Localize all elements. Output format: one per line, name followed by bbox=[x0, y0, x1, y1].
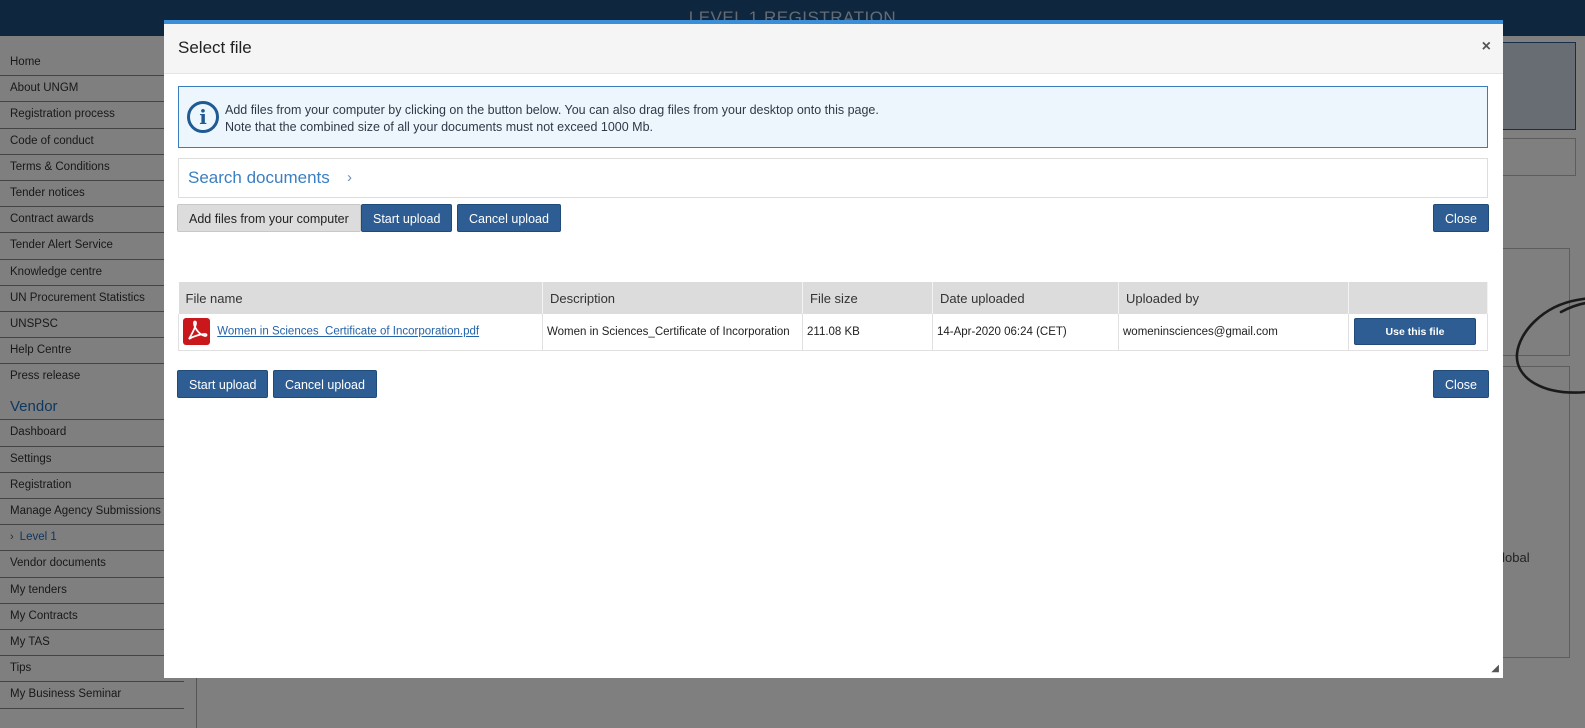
column-header-date-uploaded[interactable]: Date uploaded bbox=[932, 282, 1119, 314]
column-header-actions bbox=[1348, 282, 1488, 314]
pdf-logo-glyph bbox=[188, 320, 208, 341]
close-button[interactable]: Close bbox=[1433, 204, 1489, 232]
table-row: Women in Sciences_Certificate of Incorpo… bbox=[178, 314, 1488, 351]
add-files-button[interactable]: Add files from your computer bbox=[177, 204, 361, 232]
column-header-file-name[interactable]: File name bbox=[178, 282, 543, 314]
start-upload-button-bottom[interactable]: Start upload bbox=[177, 370, 269, 398]
info-icon: i bbox=[187, 101, 219, 133]
close-icon[interactable]: × bbox=[1482, 38, 1491, 56]
cancel-upload-button-bottom[interactable]: Cancel upload bbox=[273, 370, 377, 398]
column-header-uploaded-by[interactable]: Uploaded by bbox=[1118, 282, 1349, 314]
select-file-dialog: Select file × i Add files from your comp… bbox=[164, 20, 1585, 678]
action-cell: Use this file bbox=[1348, 314, 1488, 351]
start-upload-button[interactable]: Start upload bbox=[361, 204, 453, 232]
close-button-bottom[interactable]: Close bbox=[1433, 370, 1489, 398]
file-size-cell: 211.08 KB bbox=[802, 314, 933, 351]
info-line: Add files from your computer by clicking… bbox=[225, 103, 879, 117]
chevron-right-icon: › bbox=[347, 169, 352, 186]
use-this-file-button[interactable]: Use this file bbox=[1354, 318, 1476, 346]
file-name-link[interactable]: Women in Sciences_Certificate of Incorpo… bbox=[217, 326, 479, 338]
info-line: Note that the combined size of all your … bbox=[225, 120, 654, 134]
column-header-file-size[interactable]: File size bbox=[802, 282, 933, 314]
column-header-description[interactable]: Description bbox=[542, 282, 803, 314]
table-header-row: File name Description File size Date upl… bbox=[178, 282, 1488, 314]
description-cell: Women in Sciences_Certificate of Incorpo… bbox=[542, 314, 803, 351]
date-uploaded-cell: 14-Apr-2020 06:24 (CET) bbox=[932, 314, 1119, 351]
info-message: Add files from your computer by clicking… bbox=[225, 102, 879, 136]
uploaded-by-cell: womeninsciences@gmail.com bbox=[1118, 314, 1349, 351]
search-documents-label: Search documents bbox=[188, 168, 330, 187]
file-name-cell: Women in Sciences_Certificate of Incorpo… bbox=[178, 314, 543, 351]
dialog-title: Select file bbox=[178, 38, 252, 57]
pdf-icon bbox=[183, 318, 210, 346]
resize-handle-icon[interactable]: ◢ bbox=[1491, 663, 1499, 674]
dialog-header: Select file × bbox=[164, 24, 1503, 74]
search-documents-toggle[interactable]: Search documents › bbox=[178, 158, 1488, 198]
cancel-upload-button[interactable]: Cancel upload bbox=[457, 204, 561, 232]
info-alert: i Add files from your computer by clicki… bbox=[178, 86, 1488, 148]
files-table: File name Description File size Date upl… bbox=[178, 282, 1488, 351]
